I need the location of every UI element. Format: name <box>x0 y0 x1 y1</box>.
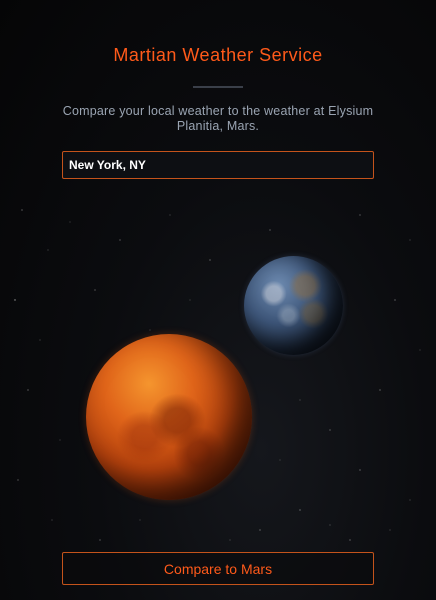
app-screen: Martian Weather Service Compare your loc… <box>0 0 436 600</box>
starfield-background <box>14 209 421 541</box>
title-divider <box>193 86 243 88</box>
location-input[interactable] <box>62 151 374 179</box>
mars-illustration <box>86 334 252 500</box>
compare-to-mars-button[interactable]: Compare to Mars <box>62 552 374 585</box>
page-title: Martian Weather Service <box>113 45 323 65</box>
page-subtitle: Compare your local weather to the weathe… <box>62 104 374 133</box>
earth-illustration <box>244 256 343 355</box>
